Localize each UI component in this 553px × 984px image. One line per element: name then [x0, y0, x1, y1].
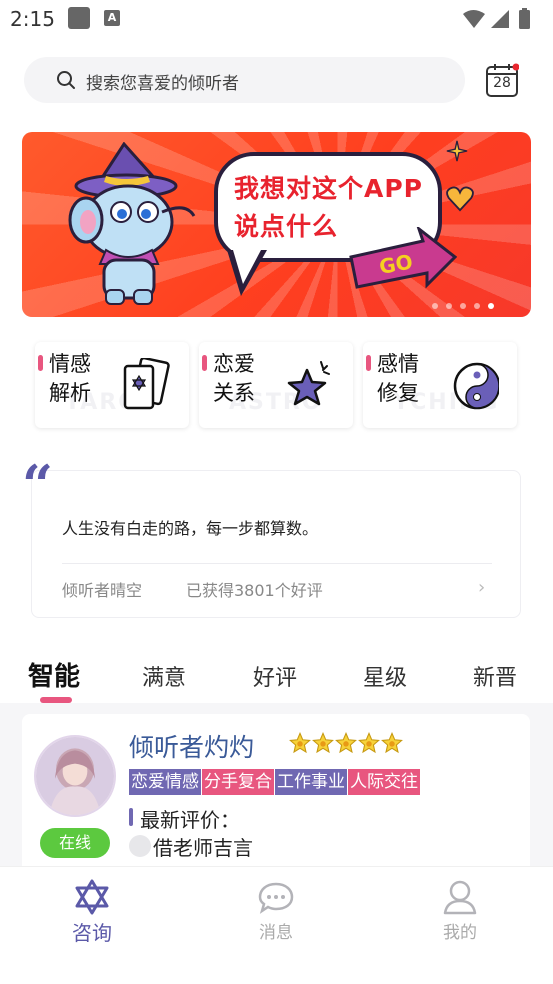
- category-label: 感情 修复: [377, 350, 427, 408]
- tag-breakup: 分手复合: [202, 769, 274, 795]
- signal-battery-icon: [463, 8, 530, 29]
- daily-quote-card[interactable]: 人生没有白走的路，每一步都算数。 倾听者晴空 已获得3801个好评 ›: [31, 470, 521, 618]
- avatar-image: [36, 737, 114, 815]
- category-label-line2: 关系: [213, 381, 255, 405]
- category-label: 情感 解析: [49, 350, 99, 408]
- user-icon: [443, 880, 477, 915]
- category-emotion-analysis[interactable]: TAROT 情感 解析: [35, 342, 189, 428]
- tarot-cards-icon: [123, 358, 170, 410]
- carousel-indicator: [432, 295, 502, 309]
- status-bar: 2:15 A: [0, 0, 553, 38]
- category-label-line2: 修复: [377, 381, 419, 405]
- category-accent-bar: [38, 355, 43, 371]
- avatar[interactable]: [34, 735, 116, 817]
- carousel-dot[interactable]: [474, 302, 480, 309]
- nav-consult-label: 咨询: [72, 921, 112, 945]
- carousel-dot[interactable]: [460, 302, 466, 309]
- carousel-dot[interactable]: [446, 302, 452, 309]
- yin-yang-icon: [453, 362, 499, 410]
- notification-icon: [68, 7, 90, 29]
- carousel-dot[interactable]: [432, 302, 438, 309]
- carousel-dot-active[interactable]: [488, 302, 494, 309]
- speech-bubble-tail-inner: [233, 250, 261, 284]
- search-icon: [57, 71, 75, 89]
- nav-profile-label: 我的: [443, 923, 477, 943]
- category-label-line2: 解析: [49, 381, 91, 405]
- star-icon: [312, 732, 334, 754]
- listener-name[interactable]: 倾听者灼灼: [129, 728, 254, 764]
- category-accent-bar: [202, 355, 207, 371]
- tab-smart[interactable]: 智能: [28, 656, 80, 693]
- heart-icon: [446, 186, 474, 212]
- online-status-badge: 在线: [40, 828, 110, 858]
- chat-bubble-icon: [258, 882, 294, 914]
- quote-text: 人生没有白走的路，每一步都算数。: [62, 519, 319, 538]
- tag-love: 恋爱情感: [129, 769, 201, 795]
- search-bar[interactable]: 搜索您喜爱的倾听者: [24, 57, 465, 103]
- bottom-nav: 咨询 消息 我的: [0, 866, 553, 984]
- category-label-line1: 情感: [49, 352, 91, 376]
- go-arrow-icon[interactable]: GO: [347, 227, 457, 289]
- app-notification-icon: A: [104, 10, 120, 26]
- latest-review-label: 最新评价：: [140, 808, 240, 832]
- status-time: 2:15: [10, 7, 55, 31]
- category-accent-bar: [366, 355, 371, 371]
- listener-card[interactable]: 在线 倾听者灼灼 恋爱情感 分手复合 工作事业 人际交往 最新评价： 借老师吉言: [22, 714, 530, 874]
- nav-messages[interactable]: 消息: [216, 867, 336, 957]
- review-accent-bar: [129, 808, 133, 826]
- tag-social: 人际交往: [348, 769, 420, 795]
- star-rating: [289, 732, 404, 756]
- category-relationship-repair[interactable]: YCHING 感情 修复: [363, 342, 517, 428]
- nav-consult[interactable]: 咨询: [32, 867, 152, 957]
- divider: [62, 563, 492, 564]
- category-love-relationship[interactable]: ASTRO 恋爱 关系: [199, 342, 353, 428]
- nav-profile[interactable]: 我的: [400, 867, 520, 957]
- tab-newcomer[interactable]: 新晋: [473, 660, 517, 692]
- nav-messages-label: 消息: [259, 923, 293, 943]
- elephant-wizard-illustration: [68, 142, 196, 305]
- star-icon: [381, 732, 403, 754]
- tab-satisfied[interactable]: 满意: [142, 660, 186, 692]
- listener-tags: 恋爱情感 分手复合 工作事业 人际交往: [129, 769, 421, 795]
- sparkle-icon: [446, 140, 468, 162]
- category-label-line1: 恋爱: [213, 352, 255, 376]
- tab-good-reviews[interactable]: 好评: [253, 660, 297, 692]
- banner-text-line1: 我想对这个APP: [234, 174, 423, 203]
- hexagram-icon: [75, 879, 109, 915]
- latest-review-text: 借老师吉言: [153, 836, 253, 860]
- star-icon: [289, 732, 311, 754]
- star-icon: [335, 732, 357, 754]
- star-icon: [358, 732, 380, 754]
- star-wand-icon: [287, 361, 330, 406]
- tab-star-level[interactable]: 星级: [363, 660, 407, 692]
- category-label-line1: 感情: [377, 352, 419, 376]
- quote-author: 倾听者晴空: [62, 581, 143, 600]
- calendar-day: 28: [493, 75, 511, 91]
- tag-career: 工作事业: [275, 769, 347, 795]
- reviewer-avatar-icon: [129, 835, 151, 857]
- calendar-button[interactable]: 28: [485, 62, 519, 98]
- category-label: 恋爱 关系: [213, 350, 263, 408]
- promo-banner[interactable]: 我想对这个APP 说点什么 GO: [22, 132, 531, 317]
- quote-mark-icon: “: [22, 453, 54, 517]
- quote-review-count: 已获得3801个好评: [186, 581, 323, 600]
- chevron-right-icon[interactable]: ›: [478, 577, 485, 598]
- search-placeholder: 搜索您喜爱的倾听者: [86, 74, 239, 94]
